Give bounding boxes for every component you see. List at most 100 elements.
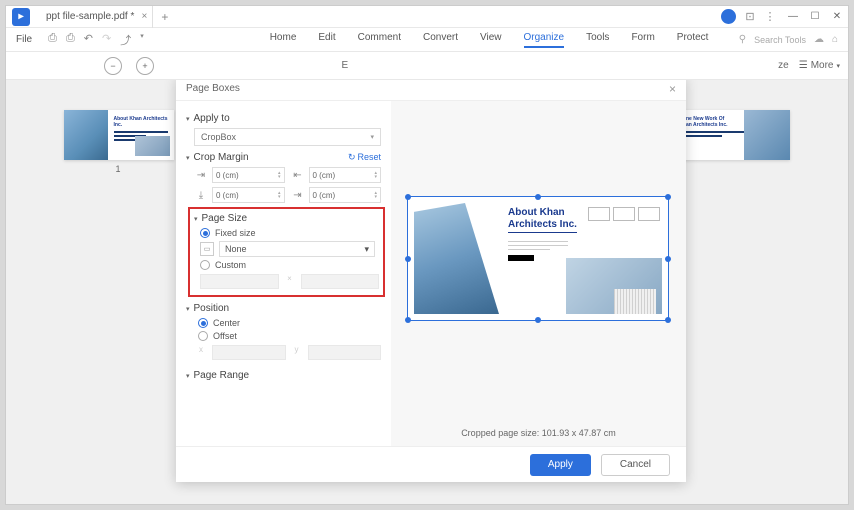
close-icon[interactable]: × <box>142 11 148 22</box>
chevron-down-icon: ▾ <box>194 215 198 223</box>
print-icon[interactable]: ⎙ <box>66 32 75 48</box>
offset-x-input <box>212 345 286 360</box>
radio-icon <box>200 260 210 270</box>
app-window: ▸ ppt file-sample.pdf * × + ⊡ ⋮ — ☐ ✕ Fi… <box>5 5 849 505</box>
quick-access: ⎙ ⎙ ↶ ↷ ⤴ ▾ <box>42 32 150 48</box>
search-tools[interactable]: Search Tools <box>754 35 806 45</box>
dialog-title: Page Boxes <box>186 83 240 94</box>
save-icon[interactable]: ⎙ <box>48 32 57 48</box>
cloud-icon[interactable]: ☁ <box>814 34 824 45</box>
cropped-size-info: Cropped page size: 101.93 x 47.87 cm <box>391 428 686 438</box>
chevron-down-icon: ▾ <box>836 62 840 70</box>
zoom-in-icon[interactable]: + <box>136 57 154 75</box>
kebab-icon[interactable]: ⋮ <box>762 9 778 25</box>
size-dropdown[interactable]: None ▾ <box>219 241 375 257</box>
page-range-section[interactable]: ▾ Page Range <box>186 370 391 381</box>
spinner-icon[interactable]: ▴▾ <box>374 191 377 199</box>
tab-organize[interactable]: Organize <box>524 32 565 48</box>
minimize-button[interactable]: — <box>782 6 804 28</box>
crop-handle[interactable] <box>405 317 411 323</box>
tab-comment[interactable]: Comment <box>358 32 401 48</box>
chevron-down-icon: ▾ <box>370 133 374 141</box>
center-radio[interactable]: Center <box>198 318 391 328</box>
tab-title: ppt file-sample.pdf * <box>46 11 134 22</box>
spinner-icon[interactable]: ▴▾ <box>278 171 281 179</box>
new-tab-button[interactable]: + <box>153 10 176 24</box>
page-thumbnail-1[interactable]: About Khan Architects Inc. <box>64 110 174 160</box>
page-thumbnail-4[interactable]: ne New Work Of an Architects Inc. <box>680 110 790 160</box>
crop-handle[interactable] <box>535 194 541 200</box>
search-icon[interactable]: ⚲ <box>739 34 746 45</box>
margin-left-icon: ⇤ <box>291 168 305 182</box>
tab-protect[interactable]: Protect <box>677 32 709 48</box>
redo-icon[interactable]: ↷ <box>102 32 111 48</box>
main-canvas: About Khan Architects Inc. 1 ne New Work… <box>6 80 848 504</box>
thumb-4-title: ne New Work Of an Architects Inc. <box>686 116 746 128</box>
crop-handle[interactable] <box>405 194 411 200</box>
tab-tools[interactable]: Tools <box>586 32 609 48</box>
position-section[interactable]: ▾ Position <box>186 303 391 314</box>
reset-icon: ↻ <box>348 152 356 162</box>
crop-margin-section[interactable]: ▾ Crop Margin ↻Reset <box>186 152 391 163</box>
thumb-title: About Khan Architects Inc. <box>114 116 169 128</box>
page-size-section[interactable]: ▾ Page Size <box>194 213 379 224</box>
custom-height-input <box>301 274 380 289</box>
crop-preview[interactable]: About KhanArchitects Inc. <box>407 196 669 321</box>
toolbar-e-label: E <box>341 60 348 71</box>
dropdown-icon[interactable]: ▾ <box>140 32 144 48</box>
thumb-1-label: 1 <box>115 164 120 174</box>
margin-bottom-icon: ⤓ <box>194 188 208 202</box>
share-icon[interactable]: ⤴ <box>120 32 131 48</box>
chevron-down-icon: ▾ <box>186 115 190 123</box>
tab-edit[interactable]: Edit <box>318 32 335 48</box>
maximize-button[interactable]: ☐ <box>804 6 826 28</box>
page-size-highlight: ▾ Page Size Fixed size ▭ None ▾ <box>188 207 385 297</box>
spinner-icon[interactable]: ▴▾ <box>374 171 377 179</box>
hamburger-icon: ☰ <box>799 60 808 71</box>
radio-icon <box>200 228 210 238</box>
titlebar: ▸ ppt file-sample.pdf * × + ⊡ ⋮ — ☐ ✕ <box>6 6 848 28</box>
preview-black-bar <box>508 255 534 261</box>
dialog-preview-panel: About KhanArchitects Inc. <box>391 101 686 446</box>
cancel-button[interactable]: Cancel <box>601 454 670 476</box>
margin-right-icon: ⇥ <box>291 188 305 202</box>
dialog-close-icon[interactable]: × <box>669 82 676 96</box>
page-boxes-dialog: Page Boxes × ▾ Apply to CropBox ▾ ▾ Crop <box>176 80 686 482</box>
apply-button[interactable]: Apply <box>530 454 591 476</box>
margin-top-input[interactable]: 0 (cm)▴▾ <box>212 167 285 183</box>
tab-convert[interactable]: Convert <box>423 32 458 48</box>
close-button[interactable]: ✕ <box>826 6 848 28</box>
margin-left-input[interactable]: 0 (cm)▴▾ <box>309 167 382 183</box>
file-menu[interactable]: File <box>6 34 42 45</box>
zoom-out-icon[interactable]: − <box>104 57 122 75</box>
crop-handle[interactable] <box>665 256 671 262</box>
preview-image <box>414 203 499 314</box>
crop-handle[interactable] <box>405 256 411 262</box>
margin-right-input[interactable]: 0 (cm)▴▾ <box>309 187 382 203</box>
feedback-icon[interactable]: ⊡ <box>742 9 758 25</box>
apply-to-dropdown[interactable]: CropBox ▾ <box>194 128 381 146</box>
crop-handle[interactable] <box>665 194 671 200</box>
multiply-icon: × <box>287 274 293 289</box>
expand-icon[interactable]: ⌂ <box>832 34 838 45</box>
crop-handle[interactable] <box>535 317 541 323</box>
document-tab[interactable]: ppt file-sample.pdf * × <box>36 6 153 28</box>
tab-view[interactable]: View <box>480 32 502 48</box>
apply-to-section[interactable]: ▾ Apply to <box>186 113 391 124</box>
tab-form[interactable]: Form <box>631 32 654 48</box>
more-button[interactable]: ☰ More ▾ <box>799 60 840 71</box>
margin-bottom-input[interactable]: 0 (cm)▴▾ <box>212 187 285 203</box>
user-avatar[interactable] <box>721 9 736 24</box>
y-label: y <box>294 345 300 360</box>
custom-size-radio[interactable]: Custom <box>200 260 379 270</box>
undo-icon[interactable]: ↶ <box>84 32 93 48</box>
offset-radio[interactable]: Offset <box>198 331 391 341</box>
orientation-icon[interactable]: ▭ <box>200 242 214 256</box>
custom-width-input <box>200 274 279 289</box>
tab-home[interactable]: Home <box>270 32 297 48</box>
spinner-icon[interactable]: ▴▾ <box>278 191 281 199</box>
reset-button[interactable]: ↻Reset <box>348 152 381 163</box>
crop-handle[interactable] <box>665 317 671 323</box>
fixed-size-radio[interactable]: Fixed size <box>200 228 379 238</box>
chevron-down-icon: ▾ <box>186 372 190 380</box>
